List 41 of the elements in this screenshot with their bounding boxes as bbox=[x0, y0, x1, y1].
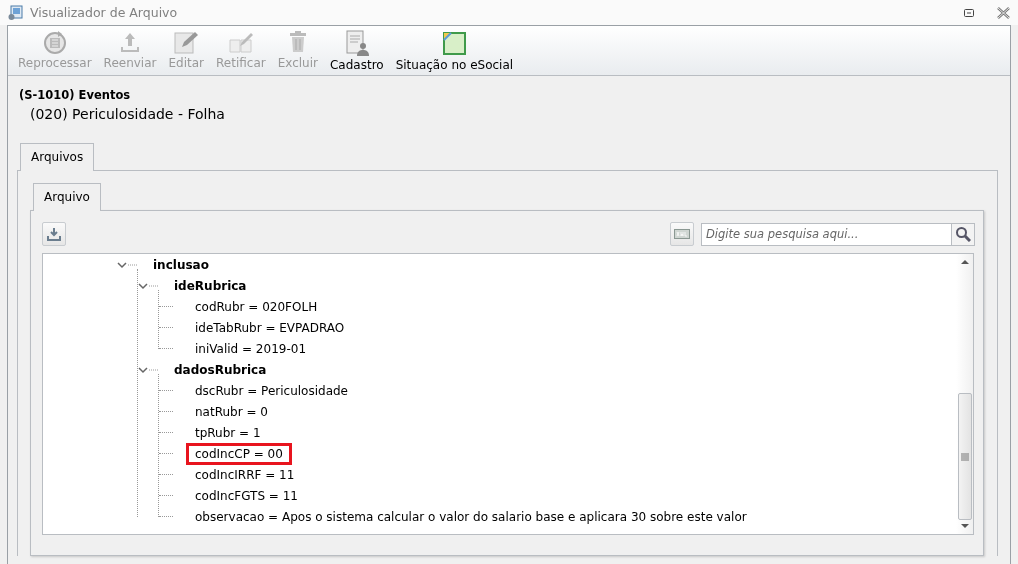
expand-arrow-icon[interactable] bbox=[138, 364, 160, 375]
grip-icon bbox=[960, 452, 969, 461]
download-button[interactable] bbox=[42, 222, 66, 246]
tree-node[interactable]: dadosRubrica bbox=[165, 358, 276, 381]
tree-node[interactable]: inclusao bbox=[144, 253, 218, 276]
calculator-icon bbox=[42, 30, 67, 54]
tree-item[interactable]: codIncCP = 00 bbox=[186, 442, 292, 465]
note-icon bbox=[441, 30, 468, 56]
edit-icon bbox=[173, 30, 200, 54]
xml-file-icon bbox=[674, 229, 690, 239]
tree-item[interactable]: codIncFGTS = 11 bbox=[186, 484, 307, 507]
tree-item[interactable]: observacao = Apos o sistema calcular o valor do salario base e aplicara 30 sobre este valor bbox=[186, 505, 756, 528]
tree-item[interactable]: tpRubr = 1 bbox=[186, 421, 270, 444]
expand-arrow-icon[interactable] bbox=[138, 280, 160, 291]
event-subtitle: (020) Periculosidade - Folha bbox=[30, 106, 226, 122]
tree-item[interactable]: codIncIRRF = 11 bbox=[186, 463, 304, 486]
tree-item[interactable]: natRubr = 0 bbox=[186, 400, 277, 423]
tree-item[interactable]: iniValid = 2019-01 bbox=[186, 337, 315, 360]
xml-button[interactable] bbox=[670, 222, 694, 246]
tree-item[interactable]: ideTabRubr = EVPADRAO bbox=[186, 316, 354, 339]
close-icon[interactable] bbox=[997, 6, 1010, 19]
open-book-icon bbox=[227, 30, 254, 54]
tab[interactable]: Arquivos bbox=[20, 143, 95, 171]
tree-item[interactable]: dscRubr = Periculosidade bbox=[186, 379, 357, 402]
expand-arrow-icon[interactable] bbox=[117, 259, 139, 270]
restore-icon[interactable] bbox=[963, 6, 975, 19]
scrollbar-thumb[interactable] bbox=[957, 393, 972, 520]
tree-node[interactable]: ideRubrica bbox=[165, 274, 256, 297]
tab[interactable]: Arquivo bbox=[33, 183, 101, 211]
toolbar-button[interactable]: Cadastro bbox=[324, 30, 390, 74]
search-input[interactable]: Digite sua pesquisa aqui... bbox=[702, 223, 951, 245]
toolbar-button[interactable]: Situação no eSocial bbox=[389, 30, 520, 74]
tree-item[interactable]: codRubr = 020FOLH bbox=[186, 295, 327, 318]
search-icon bbox=[955, 226, 971, 242]
document-person-icon bbox=[343, 30, 370, 56]
search-field[interactable]: Digite sua pesquisa aqui... bbox=[701, 222, 975, 246]
window-title: Visualizador de Arquivo bbox=[30, 5, 179, 20]
event-title: (S-1010) Eventos bbox=[19, 88, 132, 102]
app-icon bbox=[8, 4, 24, 21]
search-button[interactable] bbox=[951, 223, 974, 245]
download-icon bbox=[46, 226, 62, 242]
